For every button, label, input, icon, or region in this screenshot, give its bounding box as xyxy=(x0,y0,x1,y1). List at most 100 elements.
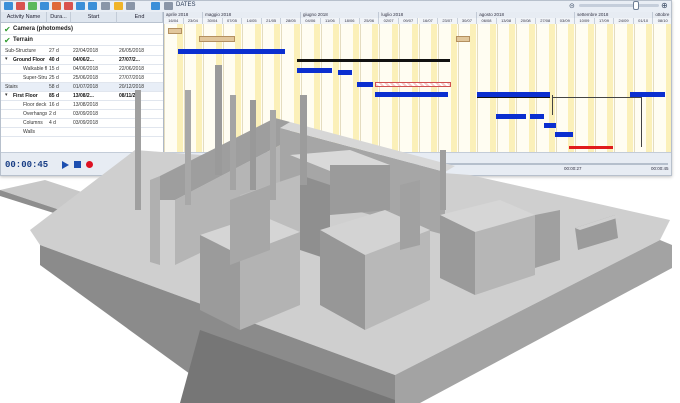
grid-line xyxy=(438,24,440,152)
move-up-icon[interactable] xyxy=(76,2,85,10)
camera-keyframe[interactable] xyxy=(168,28,182,34)
task-name: Columns xyxy=(23,120,43,126)
collapse-icon[interactable]: ▾ xyxy=(5,56,8,62)
grid-line xyxy=(418,24,420,152)
unlink-icon[interactable] xyxy=(64,2,73,10)
task-bar-stairs-baseline[interactable] xyxy=(375,82,451,87)
record-icon[interactable] xyxy=(86,161,93,168)
grid-line xyxy=(575,24,577,152)
column xyxy=(230,95,236,190)
column-header-duration[interactable]: Dura... xyxy=(47,12,71,23)
group-row-camera[interactable]: ✔ Camera (photomeds) xyxy=(1,24,163,35)
task-duration: 2 d xyxy=(49,111,56,117)
camera-keyframe[interactable] xyxy=(199,36,235,42)
wall xyxy=(150,176,160,265)
play-icon[interactable] xyxy=(62,161,69,169)
table-row[interactable]: Walkable fl...15 d 04/06/2018 22/06/2018 xyxy=(1,65,163,74)
indent-icon[interactable] xyxy=(28,2,37,10)
task-start: 03/09/2018 xyxy=(73,111,99,117)
table-row[interactable]: Sub-Structure 27 d 22/04/2018 26/05/2018 xyxy=(1,47,163,56)
task-bar-super-structure[interactable] xyxy=(357,82,373,87)
group-row-terrain[interactable]: ✔ Terrain xyxy=(1,35,163,46)
camera-keyframe[interactable] xyxy=(456,36,470,42)
weekend-stripe xyxy=(450,24,457,152)
zoom-slider-track[interactable] xyxy=(579,4,659,7)
outdent-icon[interactable] xyxy=(40,2,49,10)
zoom-in-icon[interactable]: ⊕ xyxy=(661,1,668,10)
room-wall xyxy=(330,165,390,215)
task-bar-walls[interactable] xyxy=(555,132,573,137)
task-start: 25/06/2018 xyxy=(73,75,99,81)
task-end: 27/07/2018 xyxy=(119,75,145,81)
link-icon[interactable] xyxy=(52,2,61,10)
task-bar-substructure[interactable] xyxy=(178,49,285,54)
table-row[interactable]: ▾ Ground Floor 40 d 04/06/2... 27/07/2... xyxy=(1,56,163,65)
column-header-start[interactable]: Start xyxy=(71,12,117,23)
grid-line xyxy=(242,24,244,152)
grid-line xyxy=(614,24,616,152)
task-duration: 27 d xyxy=(49,48,59,54)
summary-bar-ground-floor[interactable] xyxy=(297,59,450,62)
grid-line xyxy=(203,24,205,152)
weekend-stripe xyxy=(489,24,496,152)
weekend-stripe xyxy=(626,24,633,152)
task-bar-first-floor[interactable] xyxy=(477,92,550,97)
grid-line xyxy=(535,24,537,152)
checkmark-icon: ✔ xyxy=(4,36,11,45)
collapse-icon[interactable]: ▾ xyxy=(5,92,8,98)
grid-line xyxy=(516,24,518,152)
column-header-end[interactable]: End xyxy=(117,12,163,23)
settings-icon[interactable] xyxy=(126,2,135,10)
task-name: Sub-Structure xyxy=(5,48,36,54)
task-start: 04/06/2... xyxy=(73,57,94,63)
weekend-stripe xyxy=(509,24,516,152)
weekend-stripe xyxy=(548,24,555,152)
task-start: 04/06/2018 xyxy=(73,66,99,72)
task-start: 22/04/2018 xyxy=(73,48,99,54)
move-down-icon[interactable] xyxy=(88,2,97,10)
weekend-stripe xyxy=(352,24,359,152)
highlight-icon[interactable] xyxy=(114,2,123,10)
track-tick: 00:00:45 xyxy=(651,166,669,171)
checkmark-icon: ✔ xyxy=(4,25,11,34)
column xyxy=(215,65,222,175)
filter-icon[interactable] xyxy=(164,2,173,10)
grid-line xyxy=(633,24,635,152)
gantt-timeline: aprile 2018 maggio 2018 giugno 2018 luglio … xyxy=(164,12,671,152)
task-end: 22/06/2018 xyxy=(119,66,145,72)
grid-line xyxy=(222,24,224,152)
weekend-stripe xyxy=(607,24,614,152)
task-name: Floor deck xyxy=(23,102,47,108)
weekend-stripe xyxy=(235,24,242,152)
dates-dropdown[interactable]: DATES xyxy=(176,2,196,8)
weekend-stripe xyxy=(176,24,183,152)
task-duration: 4 d xyxy=(49,120,56,126)
split-icon[interactable] xyxy=(101,2,110,10)
stop-icon[interactable] xyxy=(74,161,81,168)
task-name: Stairs xyxy=(5,84,18,90)
task-bar-columns[interactable] xyxy=(544,123,556,128)
zoom-slider-knob[interactable] xyxy=(633,1,639,10)
column-header-activity[interactable]: Activity Name xyxy=(1,12,47,23)
table-row[interactable]: Super-Stru...25 d 25/06/2018 27/07/2018 xyxy=(1,74,163,83)
task-duration: 40 d xyxy=(49,57,60,63)
task-bar-walkable-floor[interactable] xyxy=(297,68,332,73)
task-duration: 58 d xyxy=(49,84,59,90)
task-bar-critical[interactable] xyxy=(569,146,613,149)
new-icon[interactable] xyxy=(4,2,13,10)
task-name: First Floor xyxy=(13,93,38,99)
task-start: 01/07/2018 xyxy=(73,84,99,90)
task-bar-floor-deck[interactable] xyxy=(496,114,526,119)
grid-line xyxy=(340,24,342,152)
delete-icon[interactable] xyxy=(16,2,25,10)
task-bar-walkable-floor[interactable] xyxy=(338,70,352,75)
playback-time: 00:00:45 xyxy=(5,160,49,170)
calendar-icon[interactable] xyxy=(151,2,160,10)
weekend-stripe xyxy=(411,24,418,152)
grid-line xyxy=(164,24,165,152)
zoom-out-icon[interactable]: ⊝ xyxy=(569,2,575,10)
task-bar-overhangs[interactable] xyxy=(530,114,544,119)
task-bar-stairs[interactable] xyxy=(375,92,448,97)
wall xyxy=(535,210,560,268)
app-screenshot: DATES ⊝ ⊕ Activity Name Dura... Start En… xyxy=(0,0,680,403)
